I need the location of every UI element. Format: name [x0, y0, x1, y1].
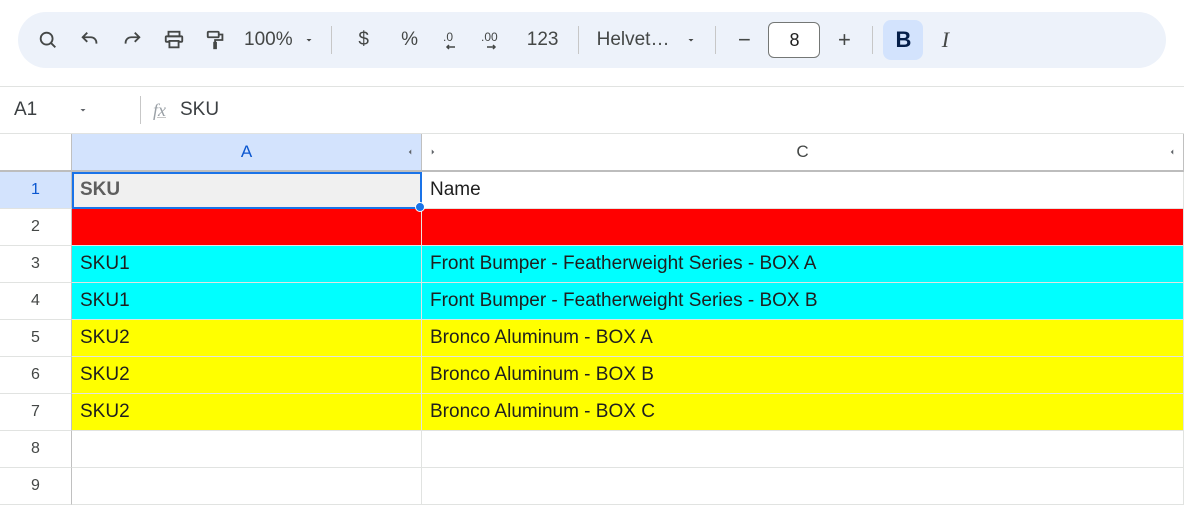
toolbar-container: 100% $ % .0 .00 123 Helvet… − + B I — [0, 0, 1184, 86]
cell-A9[interactable] — [72, 468, 422, 505]
cell-C1[interactable]: Name — [422, 172, 1184, 209]
chevron-left-icon — [405, 145, 415, 159]
cell-A4[interactable]: SKU1 — [72, 283, 422, 320]
cell-C2[interactable] — [422, 209, 1184, 246]
cell-C7[interactable]: Bronco Aluminum - BOX C — [422, 394, 1184, 431]
cell-C4[interactable]: Front Bumper - Featherweight Series - BO… — [422, 283, 1184, 320]
separator — [715, 26, 716, 54]
separator — [578, 26, 579, 54]
separator — [331, 26, 332, 54]
font-family-dropdown[interactable]: Helvet… — [589, 29, 706, 51]
font-family-value: Helvet… — [597, 29, 670, 51]
hidden-column-indicator-right[interactable] — [428, 145, 438, 159]
row-header-8[interactable]: 8 — [0, 431, 72, 468]
spreadsheet-grid: A C 1 SKU Name 2 3 SKU1 Front Bumper - F… — [0, 134, 1184, 505]
increase-decimal-button[interactable]: .00 — [476, 20, 516, 60]
redo-button[interactable] — [112, 20, 152, 60]
separator — [140, 96, 141, 124]
cell-C8[interactable] — [422, 431, 1184, 468]
cell-A8[interactable] — [72, 431, 422, 468]
cell-A7[interactable]: SKU2 — [72, 394, 422, 431]
increase-decimal-icon: .00 — [481, 29, 511, 51]
cell-reference: A1 — [14, 99, 37, 121]
print-button[interactable] — [154, 20, 194, 60]
zoom-dropdown[interactable]: 100% — [238, 29, 321, 51]
select-all-corner[interactable] — [0, 134, 72, 172]
formula-input[interactable]: SKU — [180, 99, 219, 121]
search-button[interactable] — [28, 20, 68, 60]
cell-A6[interactable]: SKU2 — [72, 357, 422, 394]
column-header-C[interactable]: C — [422, 134, 1184, 172]
undo-icon — [79, 29, 101, 51]
row-header-7[interactable]: 7 — [0, 394, 72, 431]
decrease-decimal-button[interactable]: .0 — [434, 20, 474, 60]
cell-C5[interactable]: Bronco Aluminum - BOX A — [422, 320, 1184, 357]
bold-button[interactable]: B — [883, 20, 923, 60]
caret-down-icon — [303, 34, 315, 46]
paint-format-button[interactable] — [196, 20, 236, 60]
paint-roller-icon — [205, 29, 227, 51]
increase-font-size-button[interactable]: + — [826, 22, 862, 58]
decrease-decimal-icon: .0 — [441, 29, 467, 51]
column-header-A[interactable]: A — [72, 134, 422, 172]
row-header-6[interactable]: 6 — [0, 357, 72, 394]
name-box[interactable]: A1 — [0, 99, 140, 121]
search-icon — [37, 29, 59, 51]
hidden-column-indicator-left[interactable] — [1167, 145, 1177, 159]
cell-A5[interactable]: SKU2 — [72, 320, 422, 357]
cell-C9[interactable] — [422, 468, 1184, 505]
caret-down-icon — [685, 34, 697, 46]
cell-A2[interactable] — [72, 209, 422, 246]
print-icon — [163, 29, 185, 51]
format-currency-button[interactable]: $ — [342, 20, 386, 60]
row-header-5[interactable]: 5 — [0, 320, 72, 357]
row-header-9[interactable]: 9 — [0, 468, 72, 505]
column-label: C — [796, 142, 808, 162]
column-label: A — [241, 142, 252, 162]
format-percent-button[interactable]: % — [388, 20, 432, 60]
cell-C6[interactable]: Bronco Aluminum - BOX B — [422, 357, 1184, 394]
font-size-group: − + — [726, 22, 862, 58]
hidden-column-indicator-left[interactable] — [405, 145, 415, 159]
row-header-4[interactable]: 4 — [0, 283, 72, 320]
chevron-right-icon — [428, 145, 438, 159]
row-header-1[interactable]: 1 — [0, 172, 72, 209]
caret-down-icon — [77, 104, 89, 116]
more-formats-button[interactable]: 123 — [518, 20, 568, 60]
fx-label: fx — [153, 100, 166, 121]
svg-text:.00: .00 — [481, 30, 498, 44]
separator — [872, 26, 873, 54]
undo-button[interactable] — [70, 20, 110, 60]
decrease-font-size-button[interactable]: − — [726, 22, 762, 58]
svg-text:.0: .0 — [443, 30, 453, 44]
cell-A1[interactable]: SKU — [72, 172, 422, 209]
row-header-3[interactable]: 3 — [0, 246, 72, 283]
toolbar: 100% $ % .0 .00 123 Helvet… − + B I — [18, 12, 1166, 68]
chevron-left-icon — [1167, 145, 1177, 159]
cell-C3[interactable]: Front Bumper - Featherweight Series - BO… — [422, 246, 1184, 283]
font-size-input[interactable] — [768, 22, 820, 58]
formula-bar: A1 fx SKU — [0, 86, 1184, 134]
redo-icon — [121, 29, 143, 51]
italic-button[interactable]: I — [925, 20, 965, 60]
row-header-2[interactable]: 2 — [0, 209, 72, 246]
zoom-value: 100% — [244, 29, 293, 51]
cell-A3[interactable]: SKU1 — [72, 246, 422, 283]
